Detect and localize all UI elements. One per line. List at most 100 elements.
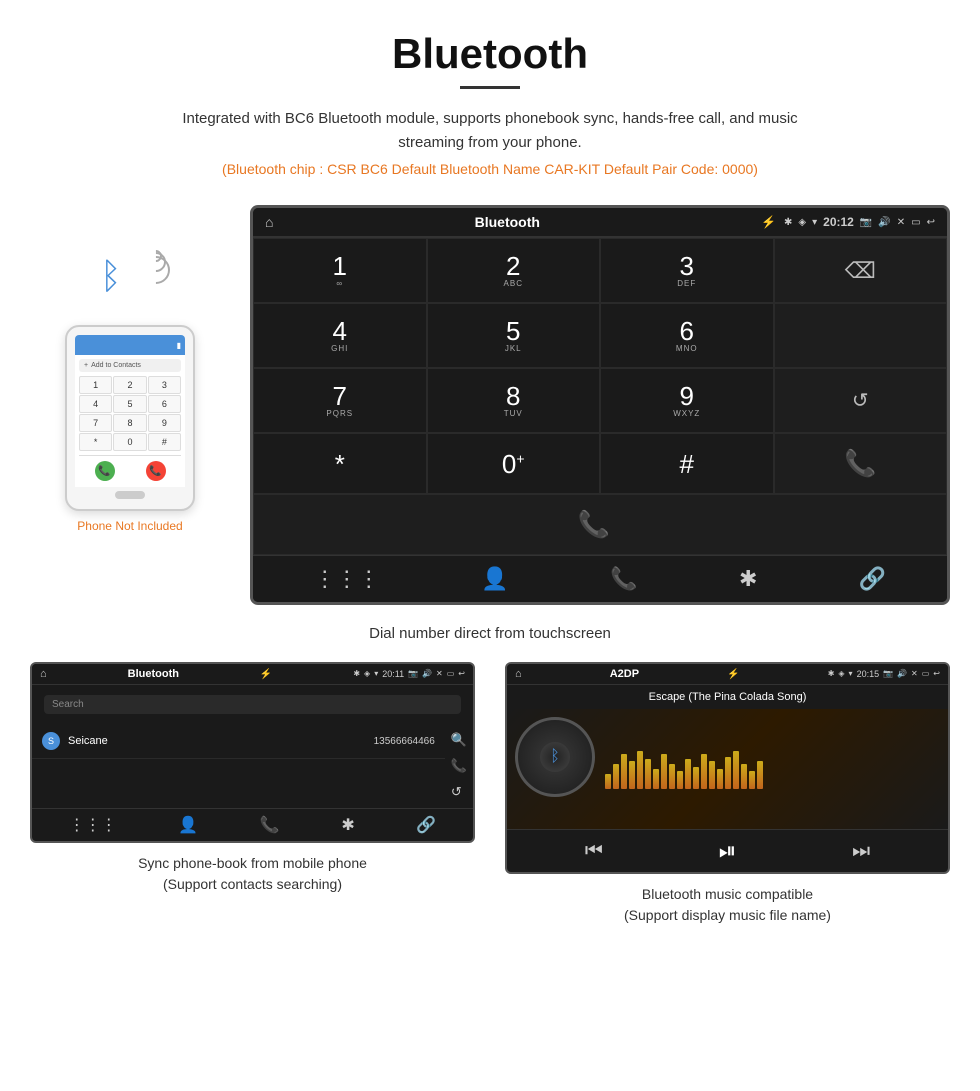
phonebook-win-icon[interactable]: ▭ xyxy=(447,669,455,679)
func-dialpad-icon[interactable]: ⋮⋮⋮ xyxy=(314,566,380,592)
car-status-bar: ⌂ Bluetooth ⚡ ✱ ◈ ▾ 20:12 📷 🔊 ✕ ▭ ↩ xyxy=(253,208,947,237)
func-bluetooth-icon[interactable]: ✱ xyxy=(739,566,757,592)
phonebook-x-icon[interactable]: ✕ xyxy=(436,669,443,679)
func-call-icon[interactable]: 📞 xyxy=(610,566,637,592)
dial-number-star: * xyxy=(335,451,345,477)
phone-key-0[interactable]: 0 xyxy=(113,433,146,451)
music-usb-icon: ⚡ xyxy=(727,669,739,680)
refresh-icon[interactable]: ↺ xyxy=(451,784,467,800)
album-art: ᛒ xyxy=(515,717,595,797)
eq-bar xyxy=(661,754,667,789)
music-back-icon[interactable]: ↩ xyxy=(933,669,940,679)
music-song-title-bar: Escape (The Pina Colada Song) xyxy=(507,685,948,709)
main-caption: Dial number direct from touchscreen xyxy=(0,625,980,642)
eq-bar xyxy=(749,771,755,789)
pb-func-contacts[interactable]: 👤 xyxy=(178,815,198,835)
play-pause-button[interactable]: ⏯ xyxy=(719,838,737,864)
music-x-icon[interactable]: ✕ xyxy=(911,669,918,679)
phone-key-2[interactable]: 2 xyxy=(113,376,146,394)
phone-key-4[interactable]: 4 xyxy=(79,395,112,413)
pb-func-link[interactable]: 🔗 xyxy=(416,815,436,835)
camera-icon[interactable]: 📷 xyxy=(860,217,872,228)
eq-bar xyxy=(717,769,723,789)
phone-key-star[interactable]: * xyxy=(79,433,112,451)
bluetooth-info: (Bluetooth chip : CSR BC6 Default Blueto… xyxy=(20,161,960,177)
dial-key-5[interactable]: 5 JKL xyxy=(427,303,601,368)
dial-number-6: 6 xyxy=(680,318,694,344)
music-cam-icon[interactable]: 📷 xyxy=(883,669,893,679)
phonebook-vol-icon[interactable]: 🔊 xyxy=(422,669,432,679)
music-home-icon[interactable]: ⌂ xyxy=(515,668,522,680)
hangup-icon[interactable]: 📞 xyxy=(578,509,610,540)
dial-key-8[interactable]: 8 TUV xyxy=(427,368,601,433)
dial-key-3[interactable]: 3 DEF xyxy=(600,238,774,303)
func-contacts-icon[interactable]: 👤 xyxy=(481,566,508,592)
dial-call-green-cell[interactable]: 📞 xyxy=(774,433,948,494)
phonebook-usb-icon: ⚡ xyxy=(260,669,272,680)
dial-redial-cell[interactable]: ↺ xyxy=(774,368,948,433)
dial-key-2[interactable]: 2 ABC xyxy=(427,238,601,303)
dial-key-hash[interactable]: # xyxy=(600,433,774,494)
dial-key-7[interactable]: 7 PQRS xyxy=(253,368,427,433)
phone-screen: + Add to Contacts 1 2 3 4 5 6 7 8 9 * 0 … xyxy=(75,355,185,487)
phonebook-display: ⌂ Bluetooth ⚡ ✱ ◈ ▾ 20:11 📷 🔊 ✕ ▭ ↩ xyxy=(30,662,475,843)
dial-key-1[interactable]: 1 ∞ xyxy=(253,238,427,303)
phonebook-search-row: Search xyxy=(32,685,473,724)
call-icon[interactable]: 📞 xyxy=(451,758,467,774)
music-song-title: Escape (The Pina Colada Song) xyxy=(649,691,807,703)
music-vol-icon[interactable]: 🔊 xyxy=(897,669,907,679)
phonebook-back-icon[interactable]: ↩ xyxy=(458,669,465,679)
phonebook-time: 20:11 xyxy=(382,669,404,679)
phonebook-search-bar[interactable]: Search xyxy=(44,695,461,714)
phonebook-home-icon[interactable]: ⌂ xyxy=(40,668,47,680)
car-func-bar: ⋮⋮⋮ 👤 📞 ✱ 🔗 xyxy=(253,555,947,602)
album-bt-icon: ᛒ xyxy=(540,742,570,772)
car-display: ⌂ Bluetooth ⚡ ✱ ◈ ▾ 20:12 📷 🔊 ✕ ▭ ↩ xyxy=(250,205,950,605)
phonebook-caption: Sync phone-book from mobile phone (Suppo… xyxy=(138,853,367,895)
next-track-button[interactable]: ⏭ xyxy=(852,840,870,863)
music-controls: ⏮ ⏯ ⏭ xyxy=(507,829,948,872)
phone-call-button[interactable]: 📞 xyxy=(95,461,115,481)
eq-bar xyxy=(669,764,675,789)
eq-bar xyxy=(653,769,659,789)
contact-row-seicane[interactable]: S Seicane 13566664466 xyxy=(32,724,445,759)
phone-home-button[interactable] xyxy=(115,491,145,499)
phone-key-hash[interactable]: # xyxy=(148,433,181,451)
dial-key-0[interactable]: 0+ xyxy=(427,433,601,494)
dial-key-9[interactable]: 9 WXYZ xyxy=(600,368,774,433)
back-icon[interactable]: ↩ xyxy=(927,217,935,228)
main-content: ᛒ ▮ + Add to Contacts 1 2 3 xyxy=(0,205,980,605)
pb-func-bt[interactable]: ✱ xyxy=(341,815,354,835)
phone-key-9[interactable]: 9 xyxy=(148,414,181,432)
func-link-icon[interactable]: 🔗 xyxy=(859,566,886,592)
eq-bar xyxy=(709,761,715,789)
x-icon[interactable]: ✕ xyxy=(897,217,905,228)
phone-key-6[interactable]: 6 xyxy=(148,395,181,413)
phone-section: ᛒ ▮ + Add to Contacts 1 2 3 xyxy=(30,205,230,605)
phonebook-card: ⌂ Bluetooth ⚡ ✱ ◈ ▾ 20:11 📷 🔊 ✕ ▭ ↩ xyxy=(30,662,475,926)
phonebook-cam-icon[interactable]: 📷 xyxy=(408,669,418,679)
prev-track-button[interactable]: ⏮ xyxy=(585,840,603,863)
music-display: ⌂ A2DP ⚡ ✱ ◈ ▾ 20:15 📷 🔊 ✕ ▭ ↩ Escape (T… xyxy=(505,662,950,874)
time-display: 20:12 xyxy=(823,215,854,229)
phone-key-8[interactable]: 8 xyxy=(113,414,146,432)
window-icon[interactable]: ▭ xyxy=(911,217,920,228)
eq-bar xyxy=(685,759,691,789)
phone-key-7[interactable]: 7 xyxy=(79,414,112,432)
phone-hangup-button[interactable]: 📞 xyxy=(146,461,166,481)
pb-func-dialpad[interactable]: ⋮⋮⋮ xyxy=(69,815,117,835)
contact-initial-s: S xyxy=(42,732,60,750)
phone-key-1[interactable]: 1 xyxy=(79,376,112,394)
dial-backspace-cell[interactable]: ⌫ xyxy=(774,238,948,303)
volume-icon[interactable]: 🔊 xyxy=(878,217,890,228)
dial-key-6[interactable]: 6 MNO xyxy=(600,303,774,368)
music-win-icon[interactable]: ▭ xyxy=(922,669,930,679)
pb-func-call[interactable]: 📞 xyxy=(260,815,280,835)
dial-key-4[interactable]: 4 GHI xyxy=(253,303,427,368)
car-app-title: Bluetooth xyxy=(261,214,753,230)
dial-key-star[interactable]: * xyxy=(253,433,427,494)
phone-key-5[interactable]: 5 xyxy=(113,395,146,413)
phone-key-3[interactable]: 3 xyxy=(148,376,181,394)
eq-bar xyxy=(645,759,651,789)
search-icon[interactable]: 🔍 xyxy=(451,732,467,748)
